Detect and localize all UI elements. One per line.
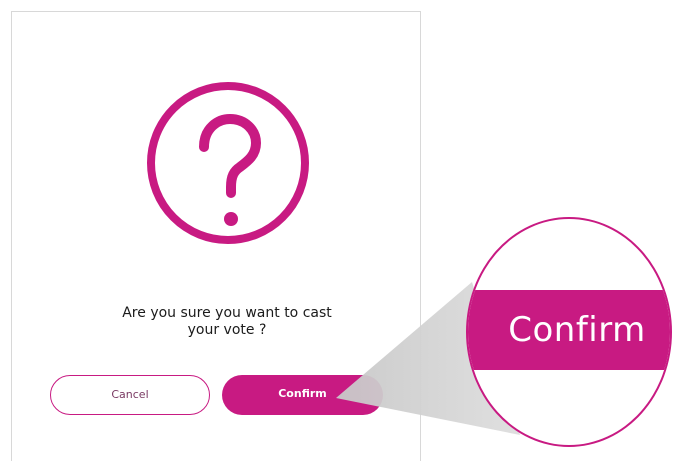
confirm-button[interactable]: Confirm [222, 375, 383, 415]
magnified-confirm-label: Confirm [508, 310, 646, 350]
confirmation-question: Are you sure you want to cast your vote … [52, 305, 402, 339]
cancel-button[interactable]: Cancel [50, 375, 210, 415]
magnified-confirm-callout: Confirm [466, 217, 672, 447]
screen: Are you sure you want to cast your vote … [0, 0, 683, 464]
question-line-1: Are you sure you want to cast [122, 305, 332, 321]
question-line-2: your vote ? [187, 322, 267, 338]
question-mark-circle-icon [147, 82, 309, 244]
vote-confirmation-dialog: Are you sure you want to cast your vote … [11, 11, 421, 461]
